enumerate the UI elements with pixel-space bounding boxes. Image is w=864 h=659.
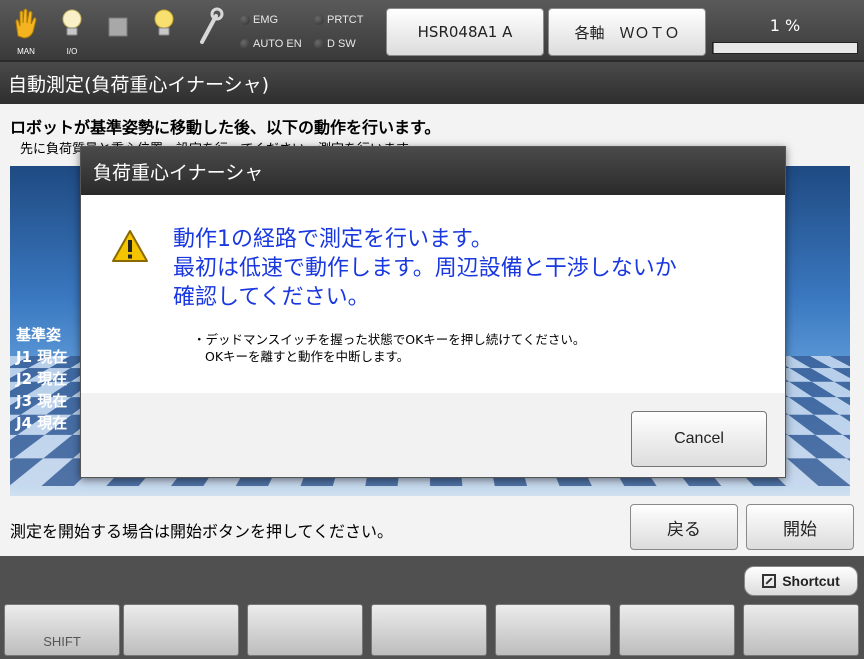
shortcut-label: Shortcut	[782, 573, 840, 589]
function-key-3[interactable]	[371, 604, 487, 656]
axis-mode-button[interactable]: 各軸 ＷＯＴＯ	[548, 8, 706, 56]
emg-indicator: EMG	[240, 14, 278, 26]
instruction-text: ロボットが基準姿勢に移動した後、以下の動作を行います。	[10, 118, 441, 137]
emg-indicator-dot	[240, 15, 250, 25]
page-title: 自動測定(負荷重心イナーシャ)	[0, 62, 864, 104]
hand-icon	[15, 8, 37, 39]
speed-indicator: 1 %	[712, 10, 858, 54]
auto-en-indicator: AUTO EN	[240, 38, 302, 50]
dialog-note-line: OKキーを離すと動作を中断します。	[205, 349, 410, 364]
warning-icon	[112, 230, 148, 262]
function-key-4[interactable]	[495, 604, 611, 656]
function-key-2[interactable]	[247, 604, 363, 656]
io-label: I/O	[66, 47, 78, 56]
manual-mode-label: MAN	[17, 47, 35, 56]
position-line: J1 現在	[16, 348, 68, 366]
shortcut-icon	[762, 574, 777, 588]
dialog-message-line: 確認してください。	[173, 285, 370, 310]
dialog-message-line: 動作1の経路で測定を行います。	[173, 227, 493, 252]
dialog-message: 動作1の経路で測定を行います。 最初は低速で動作します。周辺設備と干渉しないか …	[173, 225, 677, 312]
dialog-title: 負荷重心イナーシャ	[81, 147, 785, 195]
tool-button[interactable]	[192, 6, 228, 58]
position-line: J2 現在	[16, 370, 68, 388]
dsw-indicator-label: D SW	[327, 38, 356, 50]
dsw-indicator: D SW	[314, 38, 356, 50]
position-line: J3 現在	[16, 392, 68, 410]
status-bar: MAN I/O EMG PRTCT AUTO EN D SW HSR048A1 …	[0, 0, 864, 62]
bulb-icon	[62, 9, 82, 36]
function-key-6[interactable]	[743, 604, 859, 656]
cancel-button[interactable]: Cancel	[631, 411, 767, 467]
auto-en-indicator-label: AUTO EN	[253, 38, 302, 50]
function-key-5[interactable]	[619, 604, 735, 656]
prtct-indicator: PRTCT	[314, 14, 363, 26]
dialog-note-line: ・デッドマンスイッチを握った状態でOKキーを押し続けてください。	[193, 332, 586, 347]
speed-bar-fill	[713, 43, 715, 53]
wrench-icon	[200, 7, 224, 44]
position-info: 基準姿 J1 現在 J2 現在 J3 現在 J4 現在	[16, 324, 67, 434]
position-line: J4 現在	[16, 414, 68, 432]
function-key-1[interactable]	[123, 604, 239, 656]
shortcut-button[interactable]: Shortcut	[744, 566, 858, 596]
auto-en-indicator-dot	[240, 39, 250, 49]
back-button[interactable]: 戻る	[630, 504, 738, 550]
stop-button[interactable]	[100, 6, 136, 58]
position-line: 基準姿	[16, 326, 62, 344]
manual-mode-button[interactable]: MAN	[8, 6, 44, 58]
shift-key[interactable]: SHIFT	[4, 604, 120, 656]
function-key-bar: Shortcut SHIFT	[0, 556, 864, 659]
dialog-message-line: 最初は低速で動作します。周辺設備と干渉しないか	[173, 256, 677, 281]
robot-select-button[interactable]: HSR048A1 A	[386, 8, 544, 56]
prtct-indicator-dot	[314, 15, 324, 25]
start-button[interactable]: 開始	[746, 504, 854, 550]
speed-percent: 1 %	[769, 16, 801, 35]
dialog-body: 動作1の経路で測定を行います。 最初は低速で動作します。周辺設備と干渉しないか …	[81, 195, 785, 393]
square-icon	[108, 17, 128, 37]
start-hint-text: 測定を開始する場合は開始ボタンを押してください。	[10, 522, 394, 541]
speed-bar	[712, 42, 858, 54]
dialog-note: ・デッドマンスイッチを握った状態でOKキーを押し続けてください。 OKキーを離す…	[193, 331, 585, 365]
lamp-button[interactable]	[146, 6, 182, 58]
measurement-dialog: 負荷重心イナーシャ 動作1の経路で測定を行います。 最初は低速で動作します。周辺…	[80, 146, 786, 478]
bulb-icon	[154, 9, 174, 36]
dsw-indicator-dot	[314, 39, 324, 49]
io-button[interactable]: I/O	[54, 6, 90, 58]
emg-indicator-label: EMG	[253, 14, 279, 26]
prtct-indicator-label: PRTCT	[327, 14, 364, 26]
